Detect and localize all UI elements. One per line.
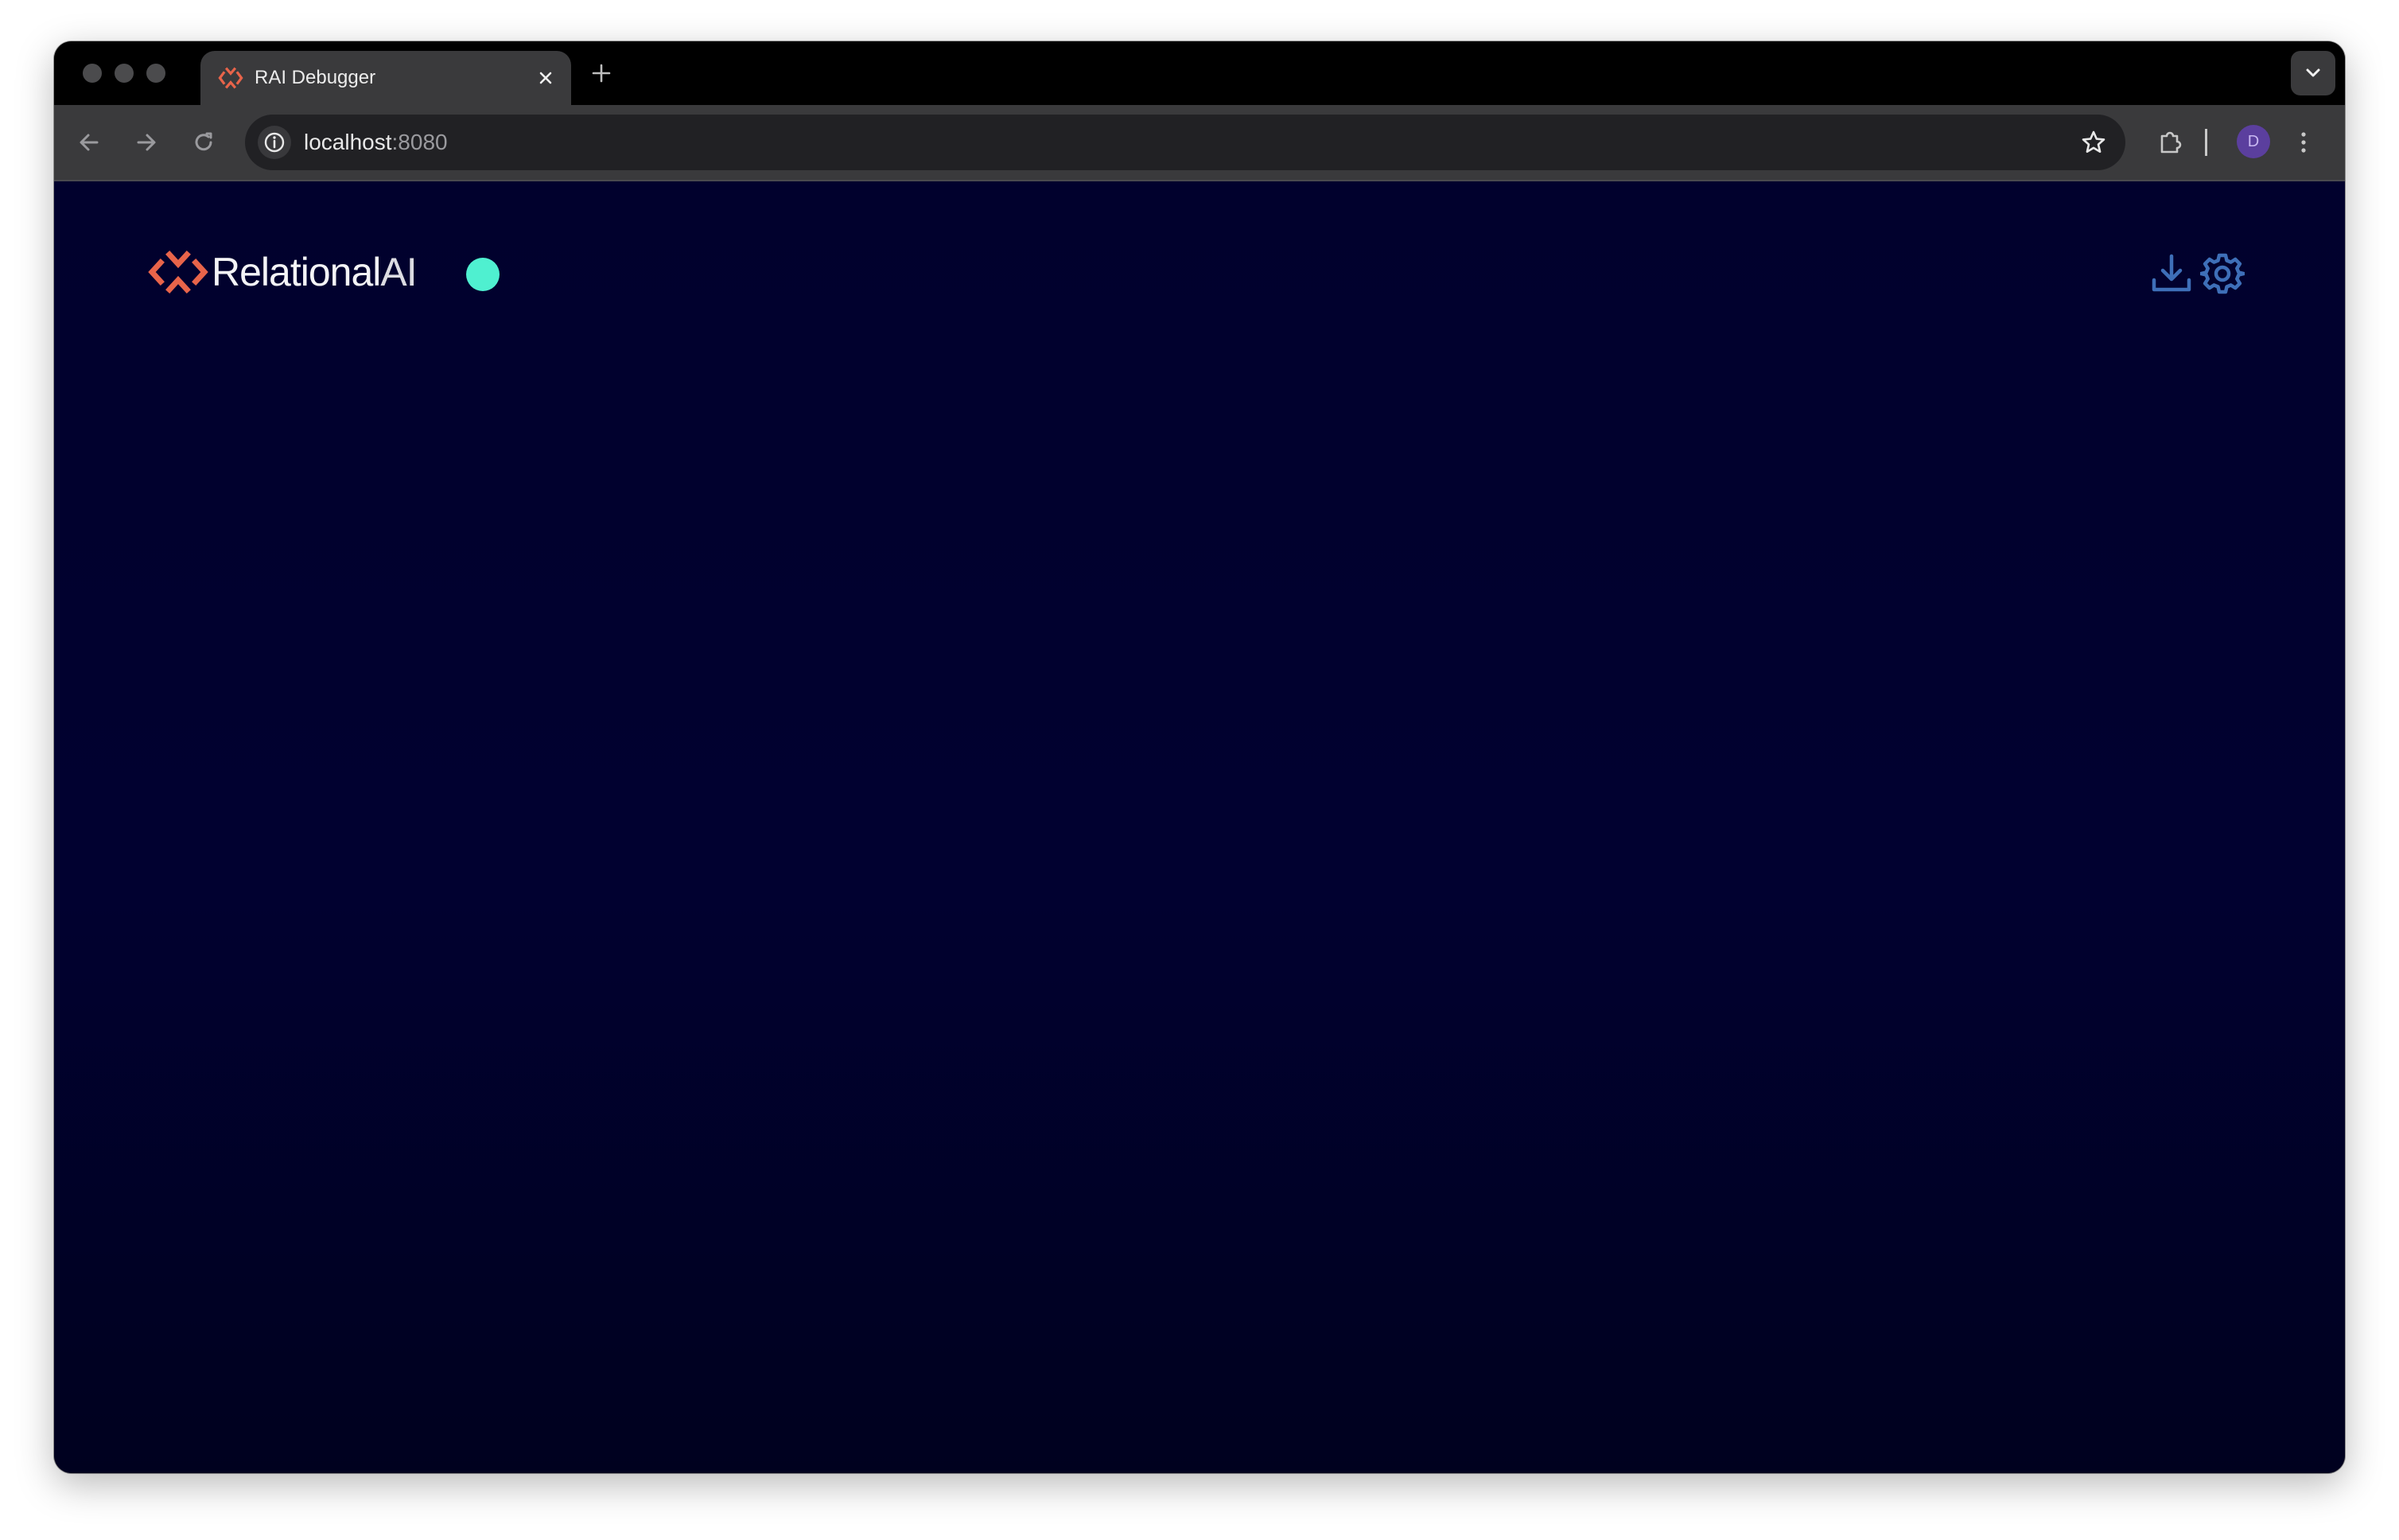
relationalai-mark-icon: [148, 251, 208, 294]
minimize-window-button[interactable]: [115, 64, 134, 83]
info-icon: [264, 132, 285, 153]
download-icon[interactable]: [2149, 251, 2194, 296]
puzzle-icon[interactable]: [2154, 126, 2186, 158]
address-bar[interactable]: localhost:8080: [245, 115, 2125, 170]
tab-strip: RAI Debugger: [54, 41, 2345, 105]
close-icon[interactable]: [535, 67, 557, 89]
relationalai-logo[interactable]: RelationalAI: [148, 248, 418, 296]
toolbar-divider: [2205, 129, 2207, 156]
brand-name-main: Relational: [212, 250, 381, 294]
browser-toolbar: localhost:8080 D: [54, 105, 2345, 181]
site-info-button[interactable]: [258, 126, 291, 159]
app-page: RelationalAI: [54, 181, 2345, 1473]
connection-status-indicator: [466, 258, 500, 291]
tab-rai-debugger[interactable]: RAI Debugger: [200, 51, 571, 105]
url-host: localhost: [304, 130, 392, 154]
tab-title: RAI Debugger: [255, 67, 376, 88]
relationalai-logo-icon: [218, 67, 243, 89]
reload-icon[interactable]: [188, 126, 220, 158]
star-icon[interactable]: [2078, 126, 2109, 158]
arrow-left-icon[interactable]: [73, 126, 105, 158]
brand-name-suffix: AI: [380, 250, 417, 294]
url-port: :8080: [391, 130, 448, 154]
gear-icon[interactable]: [2200, 251, 2245, 296]
close-window-button[interactable]: [83, 64, 102, 83]
kebab-menu-icon[interactable]: [2288, 126, 2319, 158]
tab-search-button[interactable]: [2291, 51, 2335, 95]
arrow-right-icon[interactable]: [130, 126, 162, 158]
brand-name: RelationalAI: [212, 248, 418, 296]
plus-icon[interactable]: [589, 60, 614, 86]
chevron-down-icon: [2306, 68, 2320, 77]
browser-window: RAI Debugger localhost:8080 D Relational…: [54, 41, 2345, 1473]
avatar[interactable]: D: [2237, 125, 2270, 158]
zoom-window-button[interactable]: [146, 64, 165, 83]
url-text: localhost:8080: [304, 115, 448, 170]
